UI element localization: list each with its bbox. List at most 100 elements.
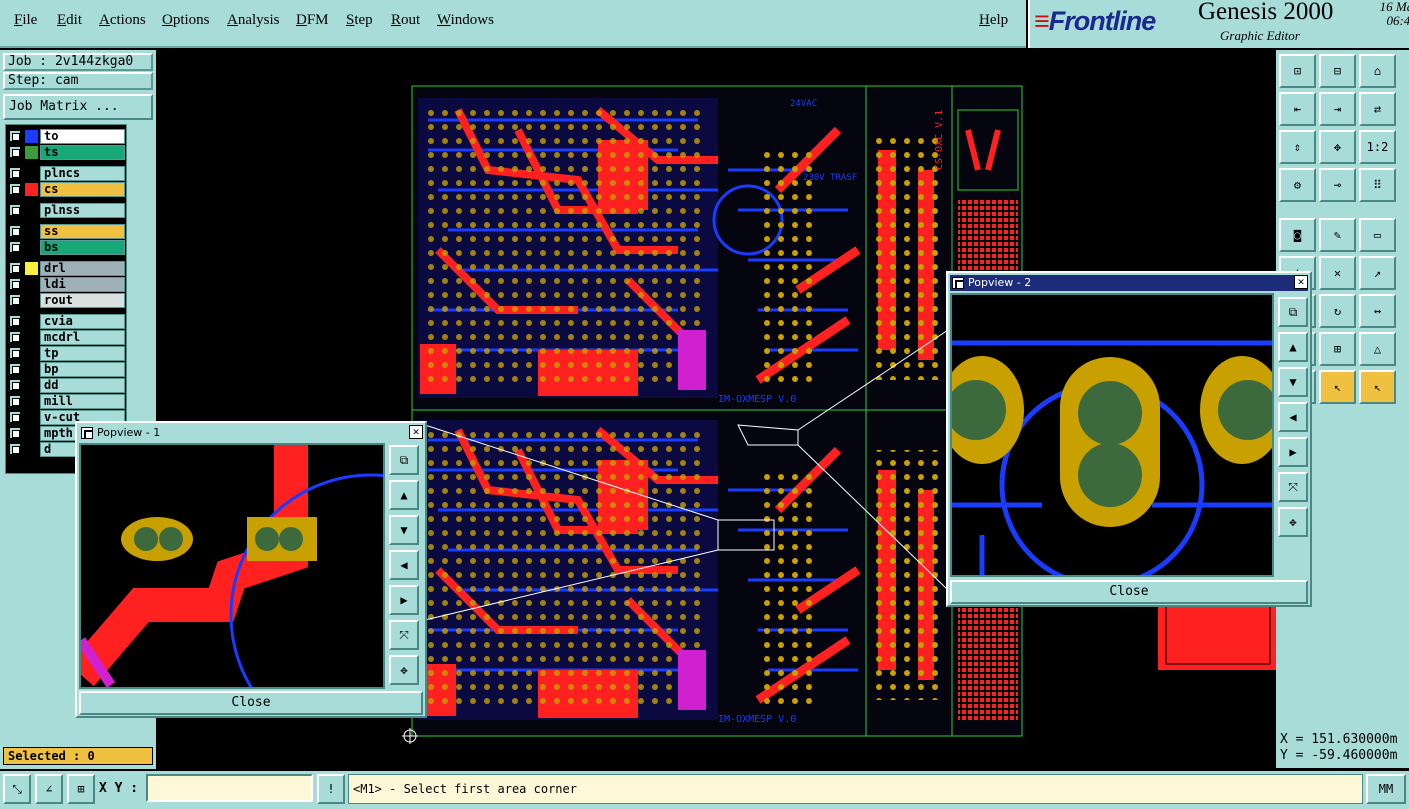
menu-help[interactable]: Help bbox=[979, 12, 1008, 29]
pv-pan-right-icon[interactable]: ▶ bbox=[389, 585, 419, 615]
home-icon[interactable]: ⌂ bbox=[1359, 54, 1396, 88]
layer-row-mcdrl[interactable]: mcdrl bbox=[8, 330, 126, 345]
view-bottom-icon[interactable]: ⊟ bbox=[1319, 54, 1356, 88]
layer-checkbox[interactable] bbox=[9, 167, 21, 179]
layer-checkbox[interactable] bbox=[9, 379, 21, 391]
layer-name[interactable]: ldi bbox=[40, 277, 125, 292]
layer-row-dd[interactable]: dd bbox=[8, 378, 126, 393]
pv-pan-up-icon[interactable]: ▲ bbox=[389, 480, 419, 510]
layer-checkbox[interactable] bbox=[9, 183, 21, 195]
menu-dfm[interactable]: DFM bbox=[296, 12, 329, 29]
layer-name[interactable]: bp bbox=[40, 362, 125, 377]
fit-vertical-icon[interactable]: ⇕ bbox=[1279, 130, 1316, 164]
layer-name[interactable]: plnss bbox=[40, 203, 125, 218]
menu-rout[interactable]: Rout bbox=[391, 12, 420, 29]
layer-row-cvia[interactable]: cvia bbox=[8, 314, 126, 329]
layer-row-ss[interactable]: ss bbox=[8, 224, 126, 239]
layer-row-plnss[interactable]: plnss bbox=[8, 203, 126, 218]
cross-icon[interactable]: ✕ bbox=[1319, 256, 1356, 290]
layer-name[interactable]: to bbox=[40, 129, 125, 144]
layer-row-rout[interactable]: rout bbox=[8, 293, 126, 308]
pv-pan-left-icon[interactable]: ◀ bbox=[389, 550, 419, 580]
layer-checkbox[interactable] bbox=[9, 427, 21, 439]
pv-zoom-out-icon[interactable]: ⤧ bbox=[1278, 472, 1308, 502]
layer-checkbox[interactable] bbox=[9, 204, 21, 216]
settings-icon[interactable]: ⚙ bbox=[1279, 168, 1316, 202]
pan-left-icon[interactable]: ⇤ bbox=[1279, 92, 1316, 126]
pv-pan-down-icon[interactable]: ▼ bbox=[1278, 367, 1308, 397]
pointer-alt-icon[interactable]: ↖ bbox=[1359, 370, 1396, 404]
layer-row-ts[interactable]: ts bbox=[8, 145, 126, 160]
swap-icon[interactable]: ⇄ bbox=[1359, 92, 1396, 126]
layer-checkbox[interactable] bbox=[9, 363, 21, 375]
close-icon[interactable]: ✕ bbox=[409, 425, 423, 439]
layer-checkbox[interactable] bbox=[9, 294, 21, 306]
zoom-box-icon[interactable]: ⊞ bbox=[1319, 332, 1356, 366]
arc-icon[interactable]: ↻ bbox=[1319, 294, 1356, 328]
pv-pan-left-icon[interactable]: ◀ bbox=[1278, 402, 1308, 432]
layer-name[interactable]: dd bbox=[40, 378, 125, 393]
layer-row-cs[interactable]: cs bbox=[8, 182, 126, 197]
layer-name[interactable]: tp bbox=[40, 346, 125, 361]
close-icon[interactable]: ✕ bbox=[1294, 275, 1308, 289]
menu-edit[interactable]: Edit bbox=[57, 12, 82, 29]
popview-2-close-button[interactable]: Close bbox=[950, 580, 1308, 604]
zoom-area-icon[interactable]: ⤡ bbox=[3, 774, 31, 804]
view-top-icon[interactable]: ⊡ bbox=[1279, 54, 1316, 88]
probe-icon[interactable]: ⊸ bbox=[1319, 168, 1356, 202]
layer-name[interactable]: plncs bbox=[40, 166, 125, 181]
layer-row-mill[interactable]: mill bbox=[8, 394, 126, 409]
split-icon[interactable]: ↔ bbox=[1359, 294, 1396, 328]
layer-checkbox[interactable] bbox=[9, 443, 21, 455]
draw-icon[interactable]: ✎ bbox=[1319, 218, 1356, 252]
menu-step[interactable]: Step bbox=[346, 12, 373, 29]
pv-zoom-out-icon[interactable]: ⤧ bbox=[389, 620, 419, 650]
center-icon[interactable]: ✥ bbox=[1319, 130, 1356, 164]
pv-zoom-in-icon[interactable]: ✥ bbox=[389, 655, 419, 685]
layer-row-ldi[interactable]: ldi bbox=[8, 277, 126, 292]
job-matrix-button[interactable]: Job Matrix ... bbox=[3, 94, 153, 120]
layer-checkbox[interactable] bbox=[9, 262, 21, 274]
pv-zoom-in-icon[interactable]: ✥ bbox=[1278, 507, 1308, 537]
pv-fit-icon[interactable]: ⧉ bbox=[389, 445, 419, 475]
pv-pan-down-icon[interactable]: ▼ bbox=[389, 515, 419, 545]
layers-icon[interactable]: ⠿ bbox=[1359, 168, 1396, 202]
window-menu-icon[interactable] bbox=[952, 277, 964, 289]
layer-name[interactable]: ss bbox=[40, 224, 125, 239]
window-menu-icon[interactable] bbox=[81, 427, 93, 439]
layer-checkbox[interactable] bbox=[9, 278, 21, 290]
triangle-icon[interactable]: △ bbox=[1359, 332, 1396, 366]
layer-checkbox[interactable] bbox=[9, 315, 21, 327]
layer-name[interactable]: mcdrl bbox=[40, 330, 125, 345]
popview-1-titlebar[interactable]: Popview - 1 bbox=[79, 425, 423, 441]
pointer-icon[interactable]: ↖ bbox=[1319, 370, 1356, 404]
layer-name[interactable]: ts bbox=[40, 145, 125, 160]
layer-name[interactable]: cs bbox=[40, 182, 125, 197]
layer-name[interactable]: mill bbox=[40, 394, 125, 409]
scale-icon[interactable]: 1:2 bbox=[1359, 130, 1396, 164]
layer-row-drl[interactable]: drl bbox=[8, 261, 126, 276]
layer-checkbox[interactable] bbox=[9, 225, 21, 237]
measure-icon[interactable]: ∠ bbox=[35, 774, 63, 804]
pv-pan-right-icon[interactable]: ▶ bbox=[1278, 437, 1308, 467]
xy-input[interactable] bbox=[146, 774, 313, 802]
layer-name[interactable]: rout bbox=[40, 293, 125, 308]
layer-row-to[interactable]: to bbox=[8, 129, 126, 144]
layer-checkbox[interactable] bbox=[9, 146, 21, 158]
snap-grid-icon[interactable]: ⊞ bbox=[67, 774, 95, 804]
popview-1-view[interactable] bbox=[68, 443, 513, 757]
snap-icon[interactable]: ↗ bbox=[1359, 256, 1396, 290]
layer-checkbox[interactable] bbox=[9, 347, 21, 359]
menu-file[interactable]: File bbox=[14, 12, 37, 29]
layer-checkbox[interactable] bbox=[9, 130, 21, 142]
layer-name[interactable]: bs bbox=[40, 240, 125, 255]
layer-checkbox[interactable] bbox=[9, 411, 21, 423]
layer-row-tp[interactable]: tp bbox=[8, 346, 126, 361]
menu-actions[interactable]: Actions bbox=[99, 12, 146, 29]
popview-1-close-button[interactable]: Close bbox=[79, 691, 423, 715]
layer-row-bp[interactable]: bp bbox=[8, 362, 126, 377]
layer-checkbox[interactable] bbox=[9, 395, 21, 407]
layer-row-plncs[interactable]: plncs bbox=[8, 166, 126, 181]
layer-checkbox[interactable] bbox=[9, 331, 21, 343]
layer-name[interactable]: cvia bbox=[40, 314, 125, 329]
